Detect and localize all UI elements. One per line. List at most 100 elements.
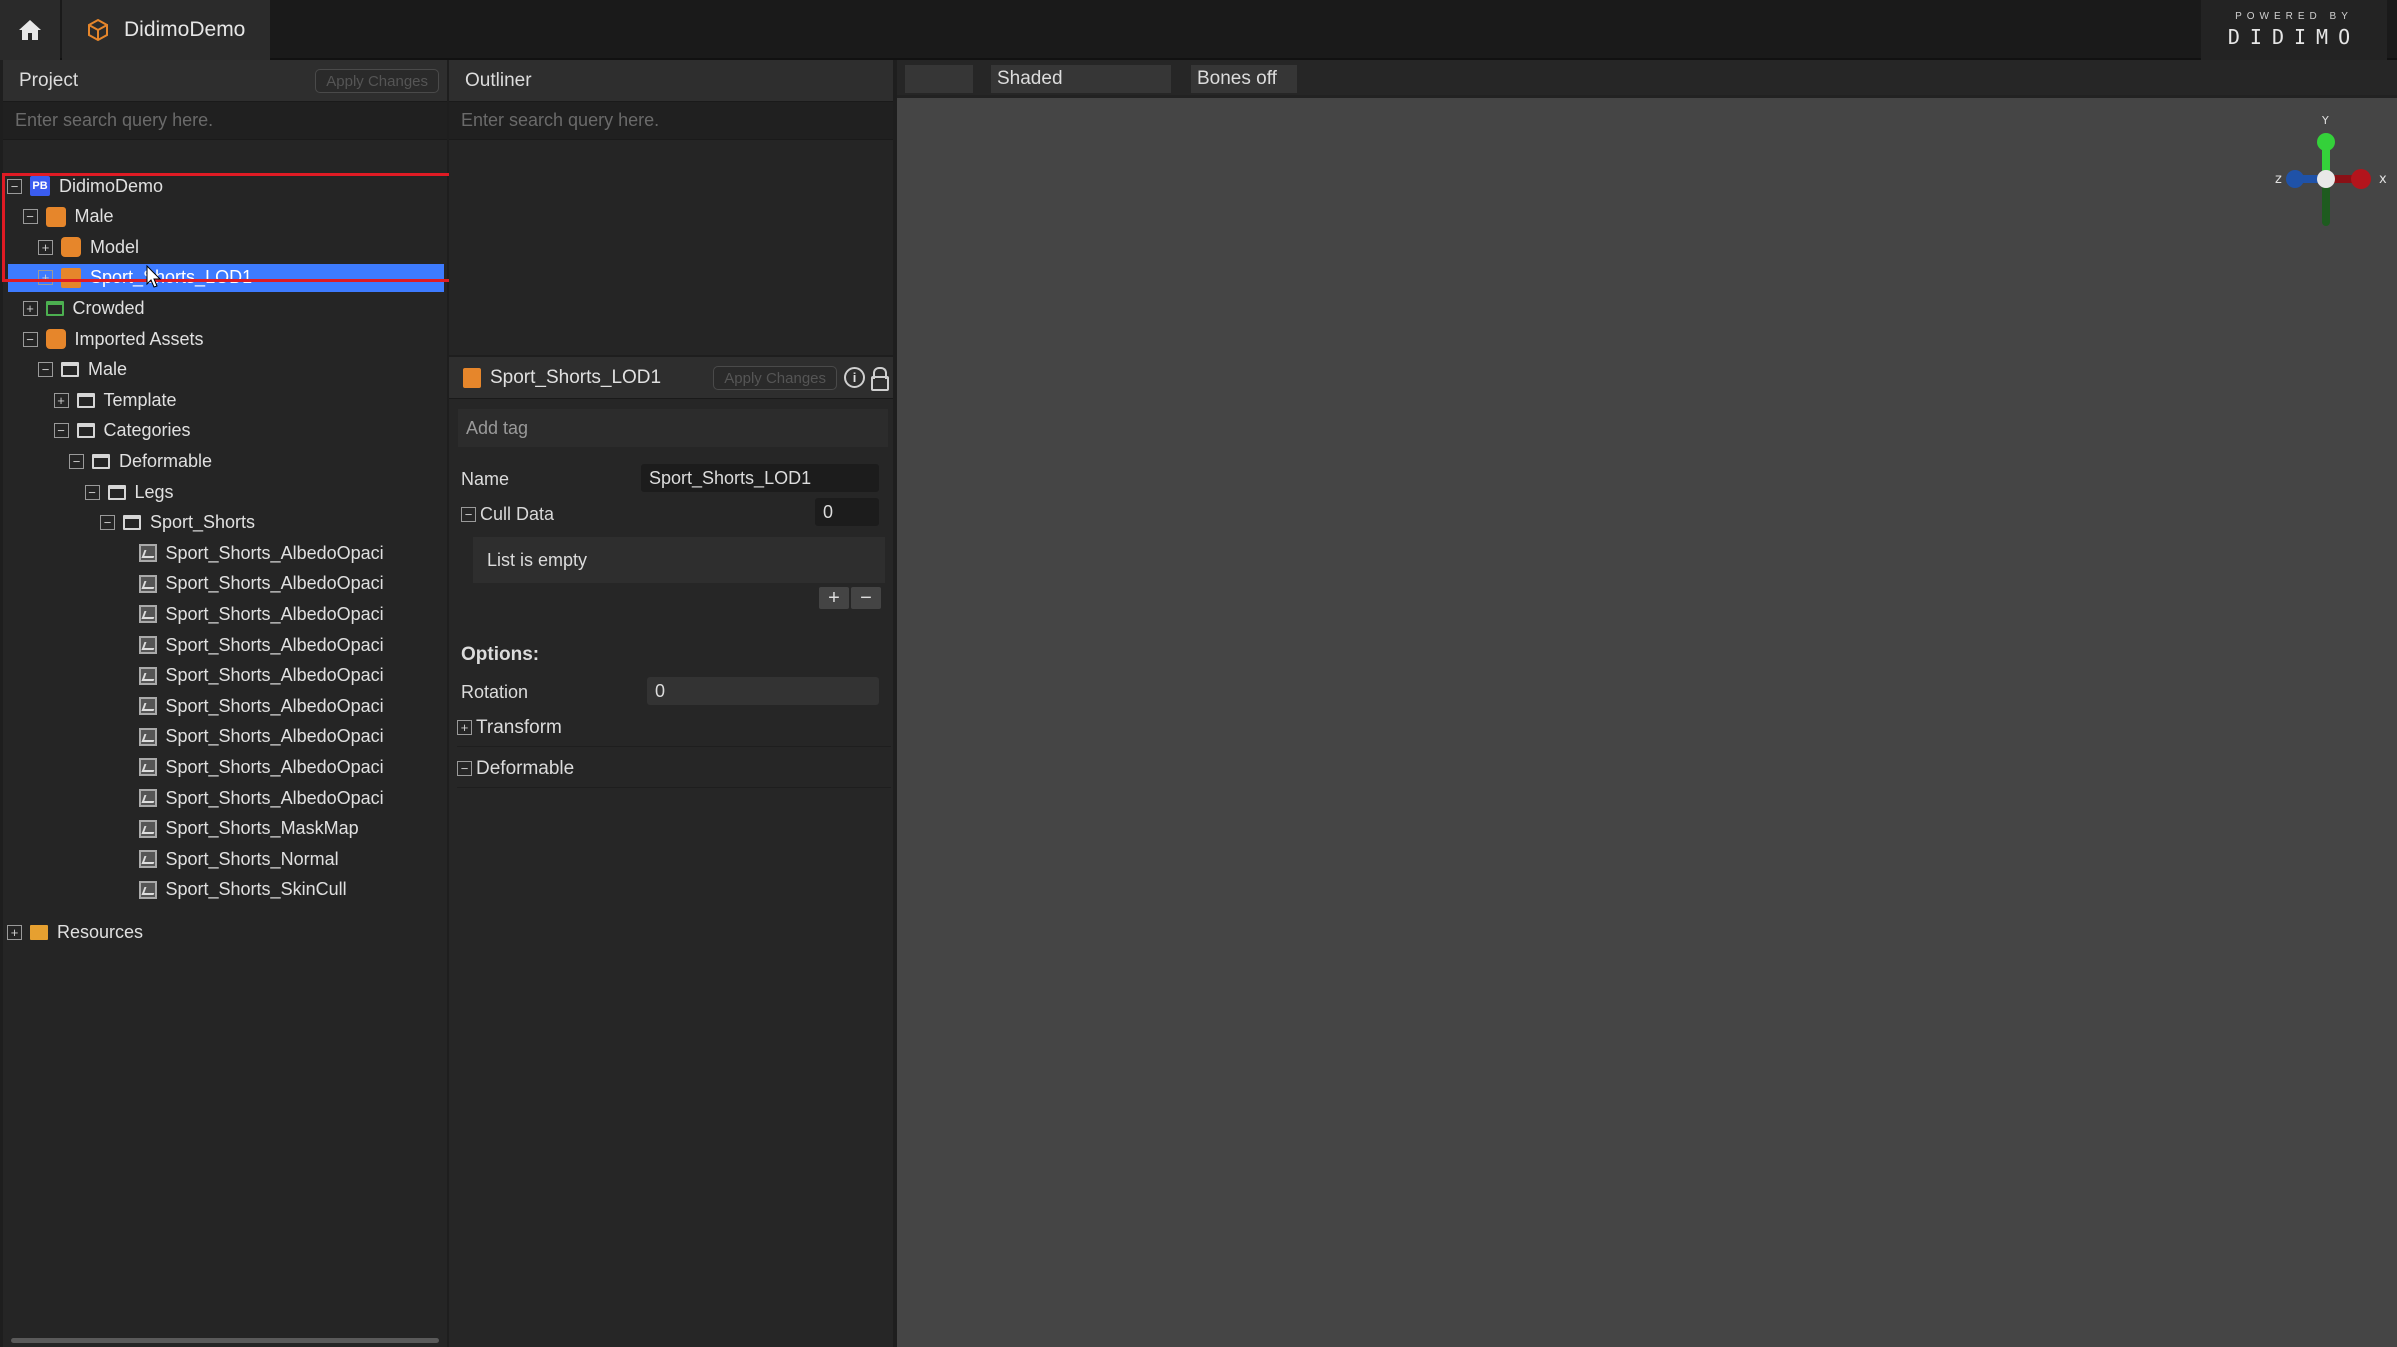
lock-icon[interactable] <box>871 367 889 391</box>
texture-icon <box>138 697 157 716</box>
view-mode-dropdown[interactable] <box>905 65 973 93</box>
tree-item[interactable]: Sport_Shorts_AlbedoOpaci <box>3 600 444 628</box>
tree-item[interactable]: − Imported Assets <box>3 325 444 353</box>
deformable-section[interactable]: − Deformable <box>457 750 891 788</box>
add-tag-input[interactable]: Add tag <box>458 409 888 447</box>
tree-expander-toggle[interactable]: − <box>22 209 38 225</box>
x-axis-label: x <box>2379 172 2387 187</box>
list-controls: + − <box>819 587 881 609</box>
texture-icon <box>138 727 157 746</box>
tree-item[interactable]: Sport_Shorts_SkinCull <box>3 876 444 904</box>
mouse-cursor-icon <box>146 265 162 288</box>
cull-data-row: − Cull Data <box>461 504 554 525</box>
app-tab-didimodemo[interactable]: DidimoDemo <box>62 0 270 60</box>
tree-expander-toggle[interactable]: − <box>38 362 53 378</box>
tree-item-label: Sport_Shorts_AlbedoOpaci <box>165 603 384 624</box>
tree-item[interactable]: Sport_Shorts_AlbedoOpaci <box>3 753 444 781</box>
tree-expander-toggle[interactable]: − <box>69 453 84 469</box>
tree-item-label: Sport_Shorts_LOD1 <box>90 267 253 288</box>
transform-section[interactable]: + Transform <box>457 709 891 747</box>
tree-item-label: Sport_Shorts_AlbedoOpaci <box>165 726 384 747</box>
z-axis-handle[interactable] <box>2286 170 2304 188</box>
tree-item-label: Imported Assets <box>74 328 204 349</box>
tree-item-label: Male <box>74 206 114 227</box>
tree-expander-toggle[interactable]: − <box>7 178 22 194</box>
tree-item[interactable]: + Model <box>3 233 444 261</box>
tree-item[interactable]: − Categories <box>3 417 444 445</box>
tree-item-label: Legs <box>134 481 174 502</box>
tree-item[interactable]: − Deformable <box>3 447 444 475</box>
tree-item-label: Sport_Shorts <box>150 512 256 533</box>
inspector-apply-changes-button[interactable]: Apply Changes <box>713 366 837 390</box>
tree-expander-toggle[interactable]: + <box>22 300 38 316</box>
project-panel-header: Project Apply Changes <box>3 60 447 102</box>
x-axis-handle[interactable] <box>2351 169 2371 189</box>
tree-item[interactable]: Sport_Shorts_AlbedoOpaci <box>3 784 444 812</box>
project-search-input[interactable]: Enter search query here. <box>3 102 447 140</box>
texture-icon <box>138 850 157 869</box>
y-axis-handle[interactable] <box>2317 133 2335 151</box>
name-field[interactable]: Sport_Shorts_LOD1 <box>641 464 879 492</box>
remove-item-button[interactable]: − <box>851 587 881 609</box>
tree-expander-toggle[interactable]: + <box>38 270 53 286</box>
orientation-gizmo[interactable]: Y x z <box>2245 110 2395 240</box>
inspector-panel: Sport_Shorts_LOD1 Apply Changes i Add ta… <box>449 357 893 1347</box>
tree-expander-toggle[interactable]: + <box>38 239 53 255</box>
tree-expander-toggle[interactable]: − <box>22 331 38 347</box>
viewport-panel[interactable]: Shaded Bones off <box>897 60 2397 1347</box>
tree-item[interactable]: − Sport_Shorts <box>3 509 444 537</box>
tree-item[interactable]: + Crowded <box>3 294 444 322</box>
project-panel: Project Apply Changes Enter search query… <box>3 60 447 1347</box>
tree-expander-toggle[interactable]: + <box>7 924 22 940</box>
tree-item[interactable]: − Male <box>3 203 444 231</box>
outliner-search-input[interactable]: Enter search query here. <box>449 102 893 140</box>
tree-expander-toggle[interactable]: − <box>84 484 100 500</box>
cull-data-collapse-toggle[interactable]: − <box>461 507 476 522</box>
tree-item-label: Model <box>90 236 140 257</box>
add-item-button[interactable]: + <box>819 587 849 609</box>
bones-toggle[interactable]: Bones off <box>1191 65 1297 93</box>
outliner-panel: Outliner Enter search query here. <box>449 60 893 355</box>
tree-item-label: Categories <box>103 420 191 441</box>
tree-item[interactable]: + Sport_Shorts_LOD1 <box>8 263 444 292</box>
cull-data-count-field[interactable]: 0 <box>815 498 879 526</box>
tree-item[interactable]: Sport_Shorts_AlbedoOpaci <box>3 692 444 720</box>
tree-expander-toggle[interactable]: + <box>53 392 69 408</box>
project-apply-changes-button[interactable]: Apply Changes <box>315 69 439 93</box>
project-horizontal-scrollbar[interactable] <box>11 1338 439 1343</box>
tree-expander-toggle[interactable]: − <box>100 515 115 531</box>
app-tab-label: DidimoDemo <box>124 18 246 41</box>
tree-item-label: DidimoDemo <box>59 175 164 196</box>
deformable-label: Deformable <box>476 757 575 779</box>
tree-item[interactable]: − Male <box>3 356 444 384</box>
rotation-field[interactable]: 0 <box>647 677 879 705</box>
tree-item[interactable]: − Legs <box>3 478 444 506</box>
tree-item[interactable]: Sport_Shorts_AlbedoOpaci <box>3 723 444 751</box>
tree-item-label: Male <box>88 359 128 380</box>
folder-icon <box>107 484 126 500</box>
tree-item[interactable]: Sport_Shorts_MaskMap <box>3 815 444 843</box>
top-bar: DidimoDemo POWERED BY DIDIMO <box>0 0 2397 60</box>
tree-item[interactable]: Sport_Shorts_AlbedoOpaci <box>3 570 444 598</box>
tree-item[interactable]: Sport_Shorts_AlbedoOpaci <box>3 539 444 567</box>
viewport-toolbar: Shaded Bones off <box>897 60 2397 98</box>
tree-item[interactable]: + Template <box>3 386 444 414</box>
tree-expander-toggle[interactable]: − <box>53 423 69 439</box>
inspector-object-name: Sport_Shorts_LOD1 <box>490 366 662 388</box>
home-button[interactable] <box>0 0 60 60</box>
transform-expand-toggle[interactable]: + <box>457 720 472 735</box>
shading-dropdown[interactable]: Shaded <box>991 65 1171 93</box>
folder-icon <box>123 515 141 531</box>
info-icon[interactable]: i <box>844 367 865 388</box>
folder-green-icon <box>45 300 64 316</box>
tree-item[interactable]: − PB DidimoDemo <box>3 172 444 200</box>
tree-item[interactable]: Sport_Shorts_AlbedoOpaci <box>3 662 444 690</box>
folder-orange-icon <box>30 924 48 940</box>
z-axis-label: z <box>2275 172 2282 187</box>
tree-item[interactable]: Sport_Shorts_AlbedoOpaci <box>3 631 444 659</box>
deformable-collapse-toggle[interactable]: − <box>457 761 472 776</box>
tree-item[interactable]: + Resources <box>3 918 444 946</box>
center-handle[interactable] <box>2317 170 2335 188</box>
tree-item[interactable]: Sport_Shorts_Normal <box>3 845 444 873</box>
tree-item-label: Sport_Shorts_AlbedoOpaci <box>165 665 384 686</box>
